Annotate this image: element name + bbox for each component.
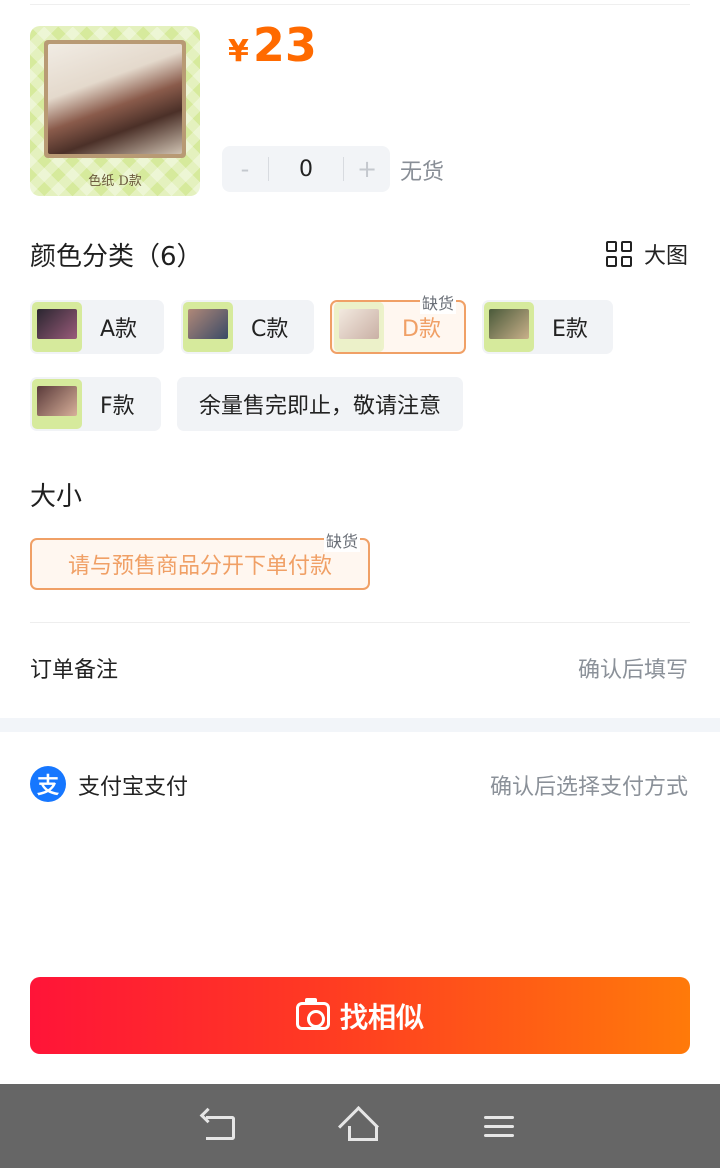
system-nav-bar [0,1084,720,1168]
big-image-toggle[interactable]: 大图 [605,238,688,270]
price-amount: 23 [252,18,317,72]
product-art [48,44,182,154]
decrease-button[interactable]: - [222,146,268,192]
find-similar-button[interactable]: 找相似 [30,977,690,1054]
color-option-e[interactable]: E款 [482,300,613,354]
option-thumbnail [32,379,82,429]
product-thumbnail-caption: 色纸 D款 [88,174,142,189]
option-thumbnail [183,302,233,352]
option-label: 余量售完即止，敬请注意 [199,394,442,419]
order-note-label: 订单备注 [30,658,119,683]
top-divider [30,4,690,5]
big-image-label: 大图 [643,244,688,269]
section-gap [0,718,720,732]
color-option-d[interactable]: D款 缺货 [330,290,466,354]
product-thumbnail[interactable]: 色纸 D款 [30,26,200,196]
color-option-c[interactable]: C款 [181,300,314,354]
option-label: E款 [552,317,588,342]
size-section-title: 大小 [30,482,83,512]
size-option-label: 请与预售商品分开下单付款 [67,554,332,579]
option-thumbnail [32,302,82,352]
section-divider [30,622,690,623]
color-option-notice[interactable]: 余量售完即止，敬请注意 [177,377,464,431]
option-label: C款 [251,317,289,342]
currency-symbol: ¥ [228,34,249,69]
order-note-value[interactable]: 确认后填写 [578,652,688,684]
color-option-a[interactable]: A款 [30,300,164,354]
alipay-icon: 支 [30,766,66,802]
color-option-f[interactable]: F款 [30,377,161,431]
product-art-frame [44,40,186,158]
color-section-title: 颜色分类（6） [30,242,203,272]
stock-status: 无货 [400,160,445,185]
menu-icon[interactable] [480,1106,520,1146]
payment-method-value[interactable]: 确认后选择支付方式 [490,769,688,801]
increase-button[interactable]: + [344,146,390,192]
option-label: A款 [100,317,138,342]
out-of-stock-tag: 缺货 [323,528,360,552]
grid-icon [605,241,632,267]
find-similar-label: 找相似 [339,1000,424,1034]
home-icon[interactable] [340,1106,380,1146]
option-thumbnail [484,302,534,352]
option-thumbnail [334,302,384,352]
size-option[interactable]: 请与预售商品分开下单付款 缺货 [30,528,370,590]
back-icon[interactable] [200,1106,240,1146]
out-of-stock-tag: 缺货 [419,290,456,314]
option-label: D款 [402,317,441,342]
price: ¥23 [228,22,317,68]
option-label: F款 [100,394,135,419]
payment-method-label: 支付宝支付 [78,775,189,800]
quantity-stepper: - 0 + [222,146,390,192]
camera-icon [295,997,330,1030]
quantity-input[interactable]: 0 [269,157,343,182]
